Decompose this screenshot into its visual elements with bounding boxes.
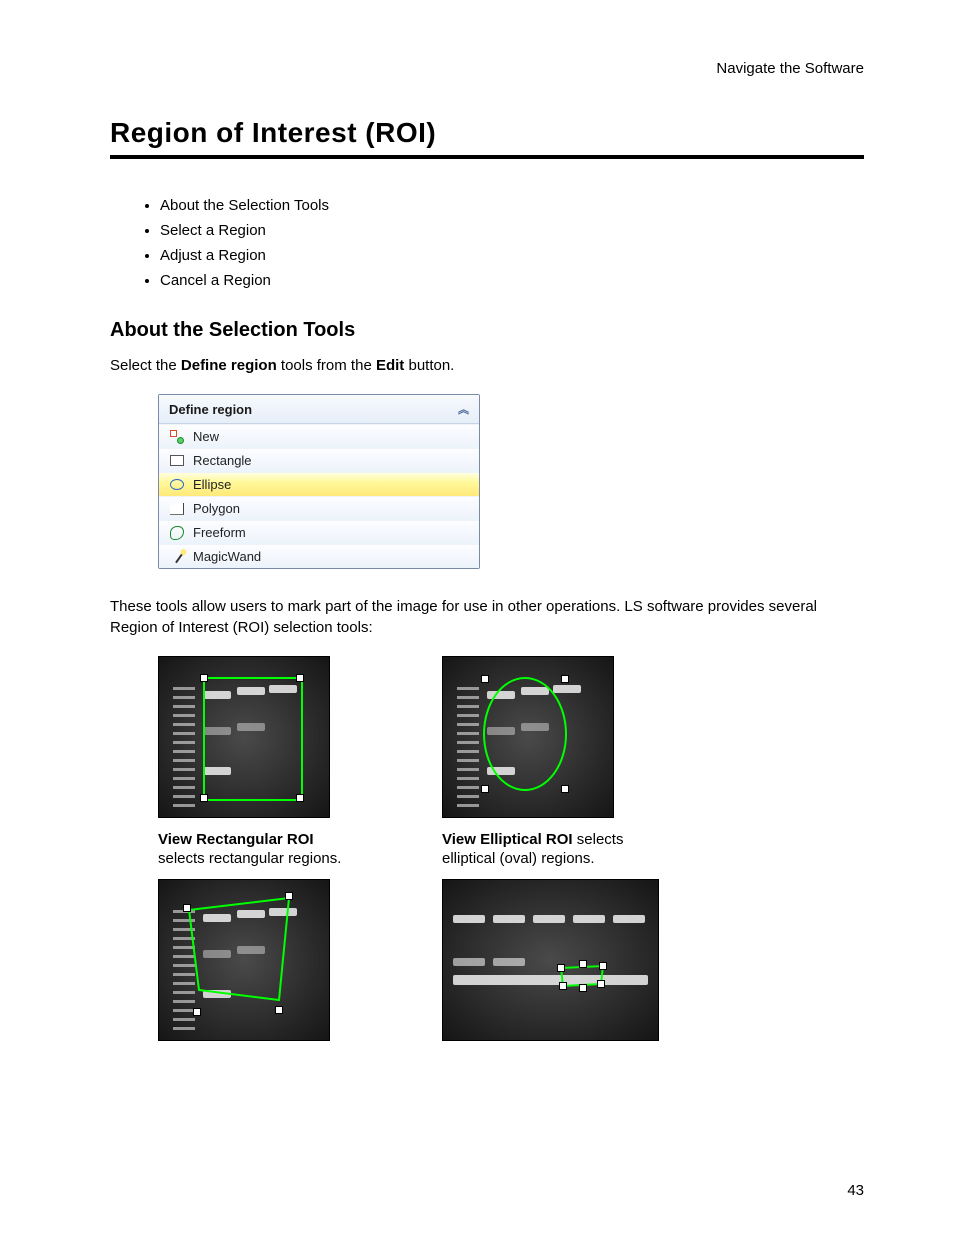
panel-title: Define region — [169, 402, 252, 417]
rectangle-icon — [169, 455, 185, 466]
running-header: Navigate the Software — [110, 60, 864, 77]
text: button. — [404, 357, 454, 374]
panel-item-new[interactable]: New — [159, 424, 479, 448]
ellipse-icon — [169, 479, 185, 490]
collapse-icon[interactable]: ︽ — [458, 401, 469, 417]
caption-text: selects rectangular regions. — [158, 850, 341, 867]
panel-item-label: MagicWand — [193, 549, 261, 564]
gel-image-freeform — [442, 879, 659, 1041]
gel-image-rect — [158, 656, 330, 818]
panel-item-label: Polygon — [193, 501, 240, 516]
figure-caption: View Rectangular ROI selects rectangular… — [158, 830, 358, 869]
panel-item-polygon[interactable]: Polygon — [159, 496, 479, 520]
magicwand-icon — [169, 550, 185, 564]
text-bold: Edit — [376, 357, 404, 374]
gel-image-polygon — [158, 879, 330, 1041]
freeform-overlay-icon — [443, 880, 658, 1040]
gel-image-ellipse — [442, 656, 614, 818]
toc-item: Adjust a Region — [160, 247, 864, 264]
panel-item-rectangle[interactable]: Rectangle — [159, 448, 479, 472]
panel-header[interactable]: Define region ︽ — [159, 395, 479, 424]
section-toc: About the Selection Tools Select a Regio… — [160, 197, 864, 289]
section-title: Region of Interest (ROI) — [110, 117, 864, 159]
figure-rect-roi: View Rectangular ROI selects rectangular… — [158, 656, 358, 869]
figure-caption: View Elliptical ROI selects elliptical (… — [442, 830, 642, 869]
text: Select the — [110, 357, 181, 374]
toc-item: Select a Region — [160, 222, 864, 239]
toc-item: About the Selection Tools — [160, 197, 864, 214]
toc-item: Cancel a Region — [160, 272, 864, 289]
panel-item-magicwand[interactable]: MagicWand — [159, 544, 479, 568]
caption-bold: View Elliptical ROI — [442, 831, 573, 848]
panel-item-label: New — [193, 429, 219, 444]
panel-item-freeform[interactable]: Freeform — [159, 520, 479, 544]
new-icon — [169, 430, 185, 444]
polygon-icon — [169, 503, 185, 515]
figure-ellipse-roi: View Elliptical ROI selects elliptical (… — [442, 656, 642, 869]
intro-paragraph: Select the Define region tools from the … — [110, 356, 864, 376]
caption-bold: View Rectangular ROI — [158, 831, 314, 848]
panel-item-label: Ellipse — [193, 477, 231, 492]
body-paragraph: These tools allow users to mark part of … — [110, 597, 864, 638]
freeform-icon — [169, 526, 185, 540]
panel-item-label: Rectangle — [193, 453, 252, 468]
figure-polygon-roi — [158, 879, 358, 1041]
subsection-title: About the Selection Tools — [110, 319, 864, 342]
figure-freeform-roi — [442, 879, 692, 1041]
panel-item-label: Freeform — [193, 525, 246, 540]
text-bold: Define region — [181, 357, 277, 374]
panel-item-ellipse[interactable]: Ellipse — [159, 472, 479, 496]
define-region-panel: Define region ︽ New Rectangle Ellipse Po… — [158, 394, 480, 569]
page-number: 43 — [847, 1182, 864, 1199]
text: tools from the — [277, 357, 376, 374]
